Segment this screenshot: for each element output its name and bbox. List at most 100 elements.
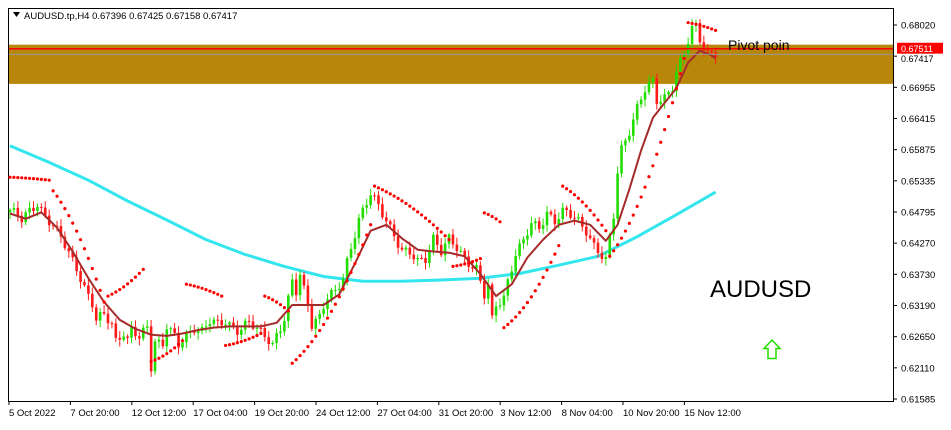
sar-dot [345, 279, 349, 283]
candle-body [428, 250, 431, 263]
sar-dot [404, 201, 408, 206]
sar-dot [31, 177, 36, 181]
sar-dot [263, 294, 267, 298]
sar-dot [90, 266, 94, 271]
price-axis-label: 0.63730 [901, 270, 935, 281]
sar-dot [467, 261, 471, 265]
candle-body [443, 243, 447, 256]
sar-dot [604, 229, 608, 233]
sar-dot [706, 25, 710, 30]
candle-body [247, 320, 251, 322]
candle-body [255, 327, 259, 329]
price-axis-label: 0.64270 [901, 239, 935, 250]
sar-dot [329, 309, 334, 313]
sar-dot [400, 199, 404, 203]
sar-dot [204, 288, 208, 292]
candle-body [130, 326, 133, 338]
sar-dot [357, 252, 361, 256]
candle-body [396, 236, 400, 248]
candle-body [596, 242, 600, 254]
sar-dot [63, 207, 67, 211]
candle-body [283, 321, 286, 332]
sar-dot [435, 226, 439, 230]
candle[interactable] [149, 320, 153, 377]
candle-body [275, 333, 278, 343]
sar-dot [227, 343, 232, 347]
sar-dot [423, 216, 428, 220]
candle-body [577, 217, 580, 219]
sar-dot [314, 334, 318, 338]
sar-dot [388, 192, 392, 196]
candle-body [373, 195, 376, 197]
sar-dot [231, 342, 236, 346]
candle-body [318, 313, 321, 319]
sar-dot [212, 291, 216, 295]
candle-body [216, 319, 220, 321]
sar-dot [372, 184, 377, 188]
sar-dot [416, 210, 420, 214]
sar-dot [153, 358, 157, 362]
sar-dot [216, 292, 220, 296]
price-axis-label: 0.62110 [901, 363, 935, 374]
sar-dot [71, 221, 75, 225]
candle-body [106, 313, 110, 324]
sar-dot [412, 207, 416, 211]
candle-body [655, 78, 659, 104]
sar-dot [290, 361, 294, 365]
sar-dot [568, 189, 573, 194]
sar-dot [588, 208, 592, 212]
candle-body [377, 195, 380, 205]
candle-body [369, 195, 372, 206]
sar-dot [619, 236, 624, 240]
sar-dot [353, 261, 357, 266]
sar-dot [16, 175, 20, 180]
sar-dot [184, 282, 188, 286]
sar-dot [118, 287, 122, 292]
candle-body [12, 207, 16, 210]
sar-dot [482, 211, 486, 215]
sar-dot [51, 189, 55, 193]
sar-dot [271, 298, 275, 302]
candle-body [334, 289, 337, 291]
sar-dot [78, 238, 83, 242]
candle[interactable] [620, 140, 623, 178]
pivot-price-tag: 0.67511 [897, 42, 943, 54]
candle-body [114, 323, 118, 338]
sar-dot [431, 223, 435, 227]
sar-dot [192, 284, 196, 288]
sar-dot [247, 337, 251, 341]
candle-body [337, 288, 341, 290]
sar-dot [20, 176, 24, 180]
time-axis-label: 17 Oct 04:00 [193, 408, 247, 419]
sar-dot [126, 282, 130, 286]
sar-dot [384, 190, 388, 194]
sar-dot [651, 164, 655, 168]
sar-dot [110, 292, 114, 296]
sar-dot [98, 288, 102, 292]
current-price-tag-text: 0.67417 [901, 54, 934, 64]
candle[interactable] [153, 338, 157, 375]
candle[interactable] [616, 166, 619, 224]
time-axis-label: 24 Oct 12:00 [316, 408, 370, 419]
sar-dot [35, 177, 40, 181]
candle-body [220, 320, 223, 326]
candle-body [102, 312, 106, 314]
sar-dot [710, 27, 714, 31]
candle-body [651, 78, 655, 83]
sar-dot [690, 21, 694, 25]
sar-dot [318, 328, 322, 333]
candle-body [79, 271, 82, 283]
price-axis-label: 0.64795 [901, 208, 935, 219]
candle-body [408, 247, 412, 255]
sar-dot [643, 185, 647, 189]
price-chart[interactable]: Pivot poin AUDUSD.tp,H4 0.67396 0.67425 … [0, 0, 951, 430]
sar-dot [659, 140, 663, 144]
sar-dot [75, 229, 79, 233]
sar-dot [274, 300, 279, 304]
symbol-header: AUDUSD.tp,H4 0.67396 0.67425 0.67158 0.6… [24, 11, 237, 22]
candle-body [518, 243, 521, 257]
sar-dot [447, 238, 451, 242]
candle-body [314, 318, 318, 329]
candle-body [28, 207, 31, 213]
candle-body [294, 279, 298, 296]
